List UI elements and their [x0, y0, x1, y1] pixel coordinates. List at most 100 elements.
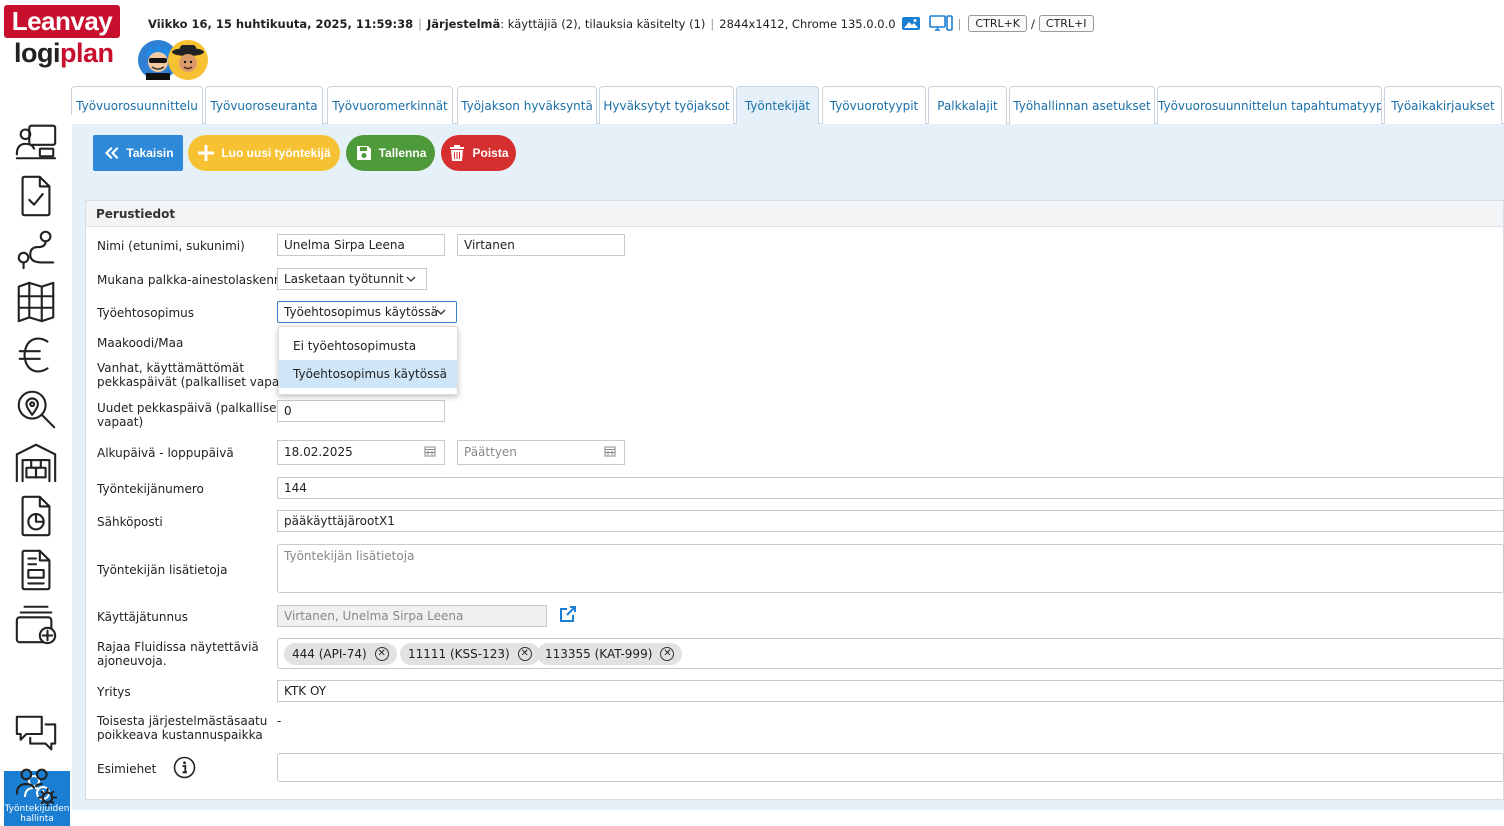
report-chart-icon[interactable] — [8, 492, 64, 540]
map-icon[interactable] — [8, 278, 64, 326]
chevron-down-icon — [406, 276, 416, 282]
external-link-icon[interactable] — [558, 604, 578, 624]
tab-tyovuoromerkinnat[interactable]: Työvuoromerkinnät — [327, 86, 453, 124]
info-textarea[interactable]: Työntekijän lisätietoja — [277, 544, 1504, 593]
route-icon[interactable] — [8, 225, 64, 273]
logo-text-logi: logi — [14, 38, 61, 68]
country-label: Maakoodi/Maa — [97, 336, 184, 350]
warehouse-icon[interactable] — [8, 438, 64, 486]
contract-option-none[interactable]: Ei työehtosopimusta — [279, 332, 457, 360]
cost-center-label: Toisesta järjestelmästäsaatu poikkeava k… — [97, 714, 267, 742]
status-line: Viikko 16, 15 huhtikuuta, 2025, 11:59:38… — [148, 15, 1096, 32]
remove-chip-icon[interactable]: ✕ — [517, 647, 532, 661]
info-label: Työntekijän lisätietoja — [97, 563, 228, 577]
vehicles-multiselect[interactable]: 444 (API-74) ✕ 11111 (KSS-123) ✕ 113355 (K… — [277, 638, 1504, 669]
section-title: Perustiedot — [86, 201, 1503, 227]
contract-option-in-use[interactable]: Työehtosopimus käytössä — [279, 360, 457, 388]
new-days-input[interactable]: 0 — [277, 400, 445, 422]
logiplan-logo[interactable]: logiplan — [14, 38, 114, 68]
employee-number-input[interactable]: 144 — [277, 477, 1504, 499]
resolution-text: 2844x1412, Chrome 135.0.0.0 — [719, 16, 896, 31]
email-label: Sähköposti — [97, 515, 163, 529]
leanvay-logo[interactable]: Leanvay — [4, 5, 120, 38]
username-input: Virtanen, Unelma Sirpa Leena — [277, 605, 547, 627]
calendar-icon[interactable] — [424, 445, 436, 457]
new-days-label: Uudet pekkaspäivä (palkalliset vapaat) — [97, 401, 281, 429]
contract-select[interactable]: Työehtosopimus käytössä — [277, 301, 457, 323]
employee-number-label: Työntekijänumero — [97, 482, 204, 496]
info-icon[interactable] — [173, 756, 196, 779]
last-name-input[interactable]: Virtanen — [457, 234, 625, 256]
vehicle-chip: 11111 (KSS-123) ✕ — [400, 643, 540, 665]
company-label: Yritys — [97, 685, 131, 699]
first-name-input[interactable]: Unelma Sirpa Leena — [277, 234, 445, 256]
start-date-input[interactable]: 18.02.2025 — [277, 440, 445, 465]
vehicle-chip-label: 11111 (KSS-123) — [408, 647, 510, 661]
vehicle-chip-label: 113355 (KAT-999) — [545, 647, 653, 661]
contract-label: Työehtosopimus — [97, 306, 195, 320]
email-input[interactable]: pääkäyttäjärootX1 — [277, 510, 1504, 532]
new-days-label-line2: vapaat) — [97, 415, 144, 429]
username-label: Käyttäjätunnus — [97, 610, 188, 624]
system-text: : käyttäjiä (2), tilauksia käsitelty (1) — [500, 16, 706, 31]
back-button[interactable]: Takaisin — [93, 135, 183, 171]
name-label: Nimi (etunimi, sukunimi) — [97, 239, 245, 253]
new-employee-button[interactable]: Luo uusi työntekijä — [188, 135, 340, 171]
contract-select-value: Työehtosopimus käytössä — [284, 305, 438, 319]
shortcut-separator: / — [1031, 16, 1035, 31]
logo-text-plan: plan — [60, 38, 114, 68]
desk-icon[interactable] — [8, 117, 64, 165]
trash-icon — [450, 145, 465, 161]
shortcut-ctrl-i[interactable]: CTRL+I — [1038, 15, 1094, 32]
document-check-icon[interactable] — [8, 172, 64, 220]
save-button[interactable]: Tallenna — [346, 135, 435, 171]
company-input[interactable]: KTK OY — [277, 680, 1504, 702]
module-tabs: Työvuorosuunnittelu Työvuoroseuranta Työ… — [71, 86, 1504, 125]
delete-button-label: Poista — [472, 146, 509, 160]
remove-chip-icon[interactable]: ✕ — [660, 647, 675, 661]
datetime-text: Viikko 16, 15 huhtikuuta, 2025, 11:59:38 — [148, 16, 414, 31]
chat-icon[interactable] — [8, 710, 64, 758]
save-icon — [356, 146, 371, 160]
new-days-label-line1: Uudet pekkaspäivä (palkalliset — [97, 401, 282, 415]
payroll-select-value: Lasketaan työtunnit — [284, 272, 404, 286]
avatar-user-2[interactable] — [168, 40, 208, 80]
new-employee-button-label: Luo uusi työntekijä — [221, 146, 331, 160]
tab-tyovuorosuunnittelu[interactable]: Työvuorosuunnittelu — [71, 86, 203, 124]
plus-icon — [198, 145, 215, 161]
payroll-select[interactable]: Lasketaan työtunnit — [277, 268, 427, 290]
tab-tyoaikakirjaukset[interactable]: Työaikakirjaukset — [1384, 86, 1502, 124]
delete-button[interactable]: Poista — [441, 135, 516, 171]
supervisors-label: Esimiehet — [97, 762, 157, 776]
add-stack-icon[interactable] — [8, 600, 64, 648]
euro-icon[interactable] — [8, 331, 64, 379]
vehicles-label: Rajaa Fluidissa näytettäviä ajoneuvoja. — [97, 640, 259, 668]
old-days-label: Vanhat, käyttämättömät pekkaspäivät (pal… — [97, 361, 296, 389]
basic-info-panel: Perustiedot — [85, 200, 1504, 800]
vehicle-chip-label: 444 (API-74) — [292, 647, 367, 661]
remove-chip-icon[interactable]: ✕ — [374, 647, 389, 661]
monitor-icon[interactable] — [928, 15, 953, 32]
tab-tyontekijat[interactable]: Työntekijät — [736, 86, 819, 125]
contract-dropdown: Ei työehtosopimusta Työehtosopimus käytö… — [278, 326, 458, 395]
supervisors-input[interactable] — [277, 753, 1504, 782]
search-location-icon[interactable] — [8, 385, 64, 433]
tab-tapahtumatyypit[interactable]: Työvuorosuunnittelun tapahtumatyypit — [1157, 86, 1382, 124]
end-date-input[interactable]: Päättyen — [457, 440, 625, 465]
tab-tyovuorotyypit[interactable]: Työvuorotyypit — [822, 86, 926, 124]
vehicle-chip: 113355 (KAT-999) ✕ — [537, 643, 683, 665]
calendar-icon[interactable] — [604, 445, 616, 457]
tab-palkkalajit[interactable]: Palkkalajit — [928, 86, 1007, 124]
users-settings-icon[interactable] — [8, 762, 64, 810]
invoice-icon[interactable] — [8, 546, 64, 594]
tab-tyojakson-hyvaksynta[interactable]: Työjakson hyväksyntä — [457, 86, 597, 124]
cost-center-label-line2: poikkeava kustannuspaikka — [97, 728, 263, 742]
shortcut-ctrl-k[interactable]: CTRL+K — [968, 15, 1028, 32]
sidebar: Työntekijöiden hallinta — [0, 115, 72, 826]
old-days-label-line1: Vanhat, käyttämättömät — [97, 361, 245, 375]
tab-tyovuoroseuranta[interactable]: Työvuoroseuranta — [205, 86, 323, 124]
tab-tyohallinnan-asetukset[interactable]: Työhallinnan asetukset — [1009, 86, 1155, 124]
image-icon[interactable] — [901, 16, 921, 31]
tab-hyvaksytyt-tyojaksot[interactable]: Hyväksytyt työjaksot — [599, 86, 734, 124]
top-bar: Leanvay logiplan Viikko 16, 15 huhtikuut… — [0, 0, 1504, 86]
